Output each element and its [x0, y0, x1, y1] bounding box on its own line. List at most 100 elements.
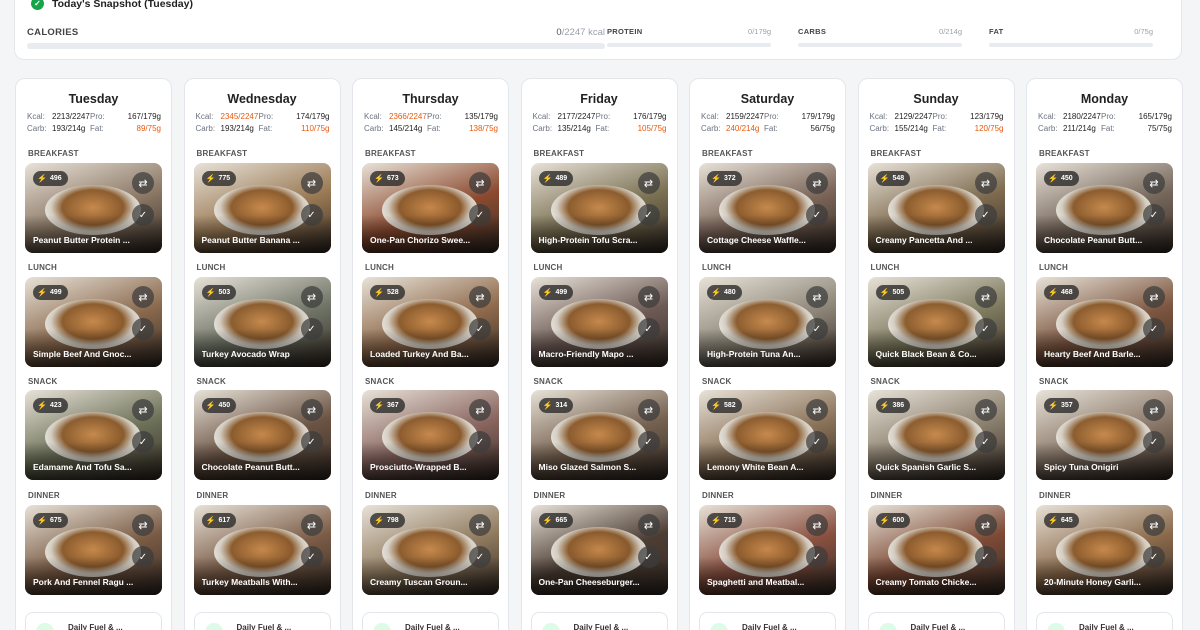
calorie-badge: ⚡ 489 [538, 171, 574, 186]
meal-card-lunch[interactable]: ⚡ 499 ⇄ ✓ Macro-Friendly Mapo ... [530, 277, 668, 367]
swap-meal-button[interactable]: ⇄ [300, 514, 323, 536]
meal-card-breakfast[interactable]: ⚡ 673 ⇄ ✓ One-Pan Chorizo Swee... [362, 163, 499, 253]
mark-eaten-button[interactable]: ✓ [637, 546, 660, 568]
mark-eaten-button[interactable]: ✓ [974, 546, 997, 568]
swap-meal-button[interactable]: ⇄ [132, 399, 154, 421]
meal-card-dinner[interactable]: ⚡ 600 ⇄ ✓ Creamy Tomato Chicke... [867, 505, 1005, 595]
meal-name: High-Protein Tofu Scra... [538, 235, 638, 245]
day-name: Sunday [913, 92, 959, 106]
mark-eaten-button[interactable]: ✓ [300, 431, 323, 453]
swap-meal-button[interactable]: ⇄ [469, 172, 491, 194]
meal-card-lunch[interactable]: ⚡ 528 ⇄ ✓ Loaded Turkey And Ba... [362, 277, 499, 367]
mark-eaten-button[interactable]: ✓ [132, 204, 154, 226]
swap-arrows-icon: ⇄ [1149, 404, 1159, 417]
meal-card-breakfast[interactable]: ⚡ 496 ⇄ ✓ Peanut Butter Protein ... [25, 163, 162, 253]
mark-eaten-button[interactable]: ✓ [974, 318, 997, 340]
meal-card-lunch[interactable]: ⚡ 468 ⇄ ✓ Hearty Beef And Barle... [1036, 277, 1173, 367]
swap-meal-button[interactable]: ⇄ [132, 286, 154, 308]
meal-card-snack[interactable]: ⚡ 582 ⇄ ✓ Lemony White Bean A... [699, 390, 836, 480]
meal-card-dinner[interactable]: ⚡ 675 ⇄ ✓ Pork And Fennel Ragu ... [25, 505, 162, 595]
carb-value: 193/214g [220, 124, 254, 133]
swap-meal-button[interactable]: ⇄ [469, 399, 491, 421]
mark-eaten-button[interactable]: ✓ [806, 204, 828, 226]
swap-meal-button[interactable]: ⇄ [300, 399, 323, 421]
daily-fuel-card[interactable]: Daily Fuel & ... [530, 612, 668, 630]
meal-card-snack[interactable]: ⚡ 423 ⇄ ✓ Edamame And Tofu Sa... [25, 390, 162, 480]
mark-eaten-button[interactable]: ✓ [300, 204, 323, 226]
mark-eaten-button[interactable]: ✓ [300, 546, 323, 568]
meal-card-lunch[interactable]: ⚡ 480 ⇄ ✓ High-Protein Tuna An... [699, 277, 836, 367]
meal-card-snack[interactable]: ⚡ 367 ⇄ ✓ Prosciutto-Wrapped B... [362, 390, 499, 480]
swap-meal-button[interactable]: ⇄ [132, 514, 154, 536]
meal-card-dinner[interactable]: ⚡ 715 ⇄ ✓ Spaghetti and Meatbal... [699, 505, 836, 595]
daily-fuel-card[interactable]: Daily Fuel & ... [699, 612, 836, 630]
mark-eaten-button[interactable]: ✓ [637, 204, 660, 226]
swap-meal-button[interactable]: ⇄ [806, 399, 828, 421]
swap-meal-button[interactable]: ⇄ [637, 514, 660, 536]
mark-eaten-button[interactable]: ✓ [132, 431, 154, 453]
meal-card-lunch[interactable]: ⚡ 499 ⇄ ✓ Simple Beef And Gnoc... [25, 277, 162, 367]
swap-meal-button[interactable]: ⇄ [1143, 172, 1165, 194]
swap-meal-button[interactable]: ⇄ [637, 286, 660, 308]
swap-meal-button[interactable]: ⇄ [974, 172, 997, 194]
swap-meal-button[interactable]: ⇄ [1143, 399, 1165, 421]
mark-eaten-button[interactable]: ✓ [974, 431, 997, 453]
meal-card-dinner[interactable]: ⚡ 798 ⇄ ✓ Creamy Tuscan Groun... [362, 505, 499, 595]
mark-eaten-button[interactable]: ✓ [806, 431, 828, 453]
meal-card-breakfast[interactable]: ⚡ 372 ⇄ ✓ Cottage Cheese Waffle... [699, 163, 836, 253]
mark-eaten-button[interactable]: ✓ [637, 318, 660, 340]
swap-meal-button[interactable]: ⇄ [974, 286, 997, 308]
meal-card-dinner[interactable]: ⚡ 665 ⇄ ✓ One-Pan Cheeseburger... [530, 505, 668, 595]
mark-eaten-button[interactable]: ✓ [637, 431, 660, 453]
meal-card-snack[interactable]: ⚡ 357 ⇄ ✓ Spicy Tuna Onigiri [1036, 390, 1173, 480]
meal-card-breakfast[interactable]: ⚡ 548 ⇄ ✓ Creamy Pancetta And ... [867, 163, 1005, 253]
swap-meal-button[interactable]: ⇄ [806, 514, 828, 536]
mark-eaten-button[interactable]: ✓ [1143, 318, 1165, 340]
meal-card-breakfast[interactable]: ⚡ 489 ⇄ ✓ High-Protein Tofu Scra... [530, 163, 668, 253]
meal-card-dinner[interactable]: ⚡ 645 ⇄ ✓ 20-Minute Honey Garli... [1036, 505, 1173, 595]
daily-fuel-card[interactable]: Daily Fuel & ... [1036, 612, 1173, 630]
daily-fuel-card[interactable]: Daily Fuel & ... [867, 612, 1005, 630]
daily-fuel-card[interactable]: Daily Fuel & ... [362, 612, 499, 630]
swap-meal-button[interactable]: ⇄ [637, 399, 660, 421]
mark-eaten-button[interactable]: ✓ [1143, 546, 1165, 568]
mark-eaten-button[interactable]: ✓ [132, 318, 154, 340]
meal-card-breakfast[interactable]: ⚡ 775 ⇄ ✓ Peanut Butter Banana ... [193, 163, 331, 253]
day-macro-summary: Kcal: 2213/2247 Pro: 167/179g Carb: 193/… [16, 106, 171, 133]
swap-meal-button[interactable]: ⇄ [637, 172, 660, 194]
mark-eaten-button[interactable]: ✓ [806, 318, 828, 340]
swap-meal-button[interactable]: ⇄ [469, 514, 491, 536]
mark-eaten-button[interactable]: ✓ [974, 204, 997, 226]
meal-card-dinner[interactable]: ⚡ 617 ⇄ ✓ Turkey Meatballs With... [193, 505, 331, 595]
daily-fuel-card[interactable]: Daily Fuel & ... [25, 612, 162, 630]
mark-eaten-button[interactable]: ✓ [300, 318, 323, 340]
swap-meal-button[interactable]: ⇄ [300, 286, 323, 308]
meal-card-lunch[interactable]: ⚡ 503 ⇄ ✓ Turkey Avocado Wrap [193, 277, 331, 367]
daily-fuel-card[interactable]: Daily Fuel & ... [193, 612, 331, 630]
mark-eaten-button[interactable]: ✓ [469, 204, 491, 226]
mark-eaten-button[interactable]: ✓ [469, 318, 491, 340]
checkmark-icon: ✓ [981, 436, 990, 448]
swap-meal-button[interactable]: ⇄ [974, 399, 997, 421]
meal-card-snack[interactable]: ⚡ 450 ⇄ ✓ Chocolate Peanut Butt... [193, 390, 331, 480]
meal-card-lunch[interactable]: ⚡ 505 ⇄ ✓ Quick Black Bean & Co... [867, 277, 1005, 367]
lightning-bolt-icon: ⚡ [542, 174, 553, 183]
mark-eaten-button[interactable]: ✓ [469, 546, 491, 568]
meal-card-breakfast[interactable]: ⚡ 450 ⇄ ✓ Chocolate Peanut Butt... [1036, 163, 1173, 253]
mark-eaten-button[interactable]: ✓ [1143, 204, 1165, 226]
swap-meal-button[interactable]: ⇄ [974, 514, 997, 536]
mark-eaten-button[interactable]: ✓ [1143, 431, 1165, 453]
day-macro-summary: Kcal: 2345/2247 Pro: 174/179g Carb: 193/… [185, 106, 340, 133]
swap-meal-button[interactable]: ⇄ [1143, 286, 1165, 308]
swap-meal-button[interactable]: ⇄ [1143, 514, 1165, 536]
mark-eaten-button[interactable]: ✓ [469, 431, 491, 453]
swap-meal-button[interactable]: ⇄ [132, 172, 154, 194]
mark-eaten-button[interactable]: ✓ [132, 546, 154, 568]
mark-eaten-button[interactable]: ✓ [806, 546, 828, 568]
meal-card-snack[interactable]: ⚡ 314 ⇄ ✓ Miso Glazed Salmon S... [530, 390, 668, 480]
swap-meal-button[interactable]: ⇄ [806, 286, 828, 308]
swap-meal-button[interactable]: ⇄ [806, 172, 828, 194]
meal-card-snack[interactable]: ⚡ 386 ⇄ ✓ Quick Spanish Garlic S... [867, 390, 1005, 480]
swap-meal-button[interactable]: ⇄ [300, 172, 323, 194]
swap-meal-button[interactable]: ⇄ [469, 286, 491, 308]
